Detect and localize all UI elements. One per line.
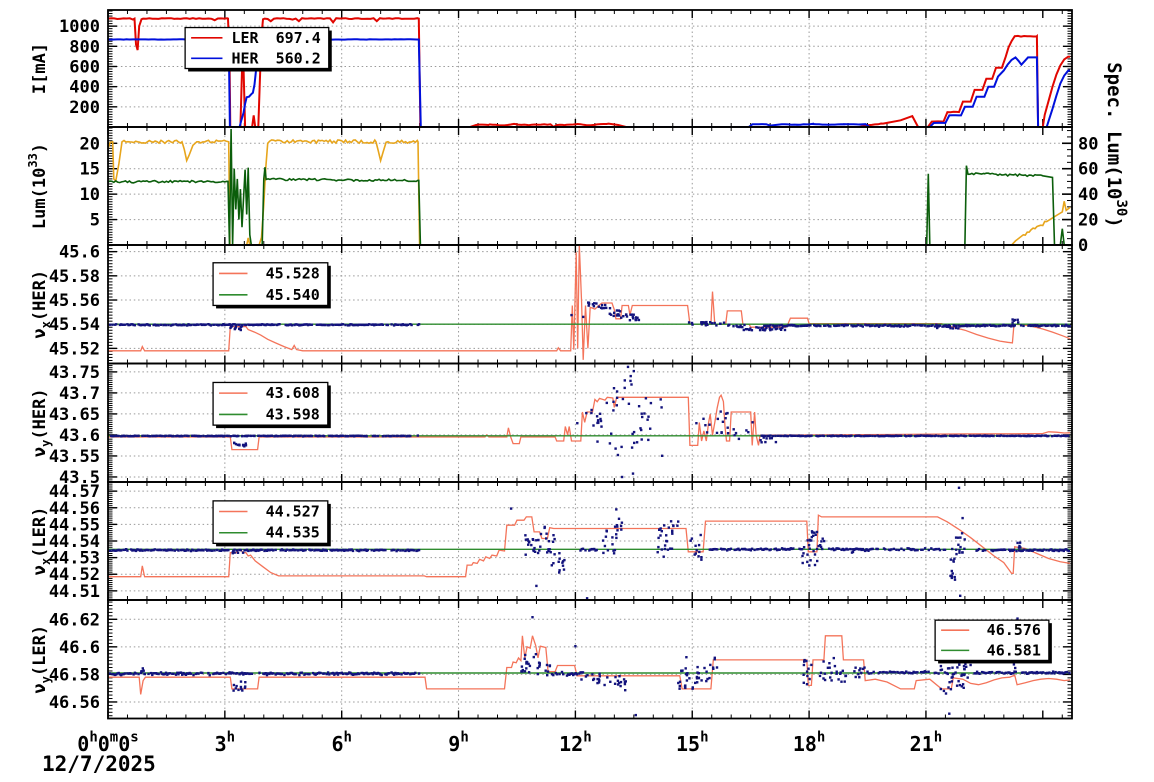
right-axis-tick-label: 60	[1078, 160, 1098, 180]
nuy_ler-legend: 46.576 46.581	[934, 619, 1052, 664]
y-tick-label: 43.7	[59, 384, 100, 404]
legend-series-value: 46.581	[987, 641, 1041, 659]
legend-series-label: LER	[231, 29, 259, 47]
y-tick-label: 10	[80, 185, 100, 205]
legend-series-value: 44.535	[266, 524, 320, 542]
y-tick-label: 43.65	[49, 405, 100, 425]
accelerator-status-figure: 200 400 600 800 1000 LER 697.4 HER 560.2 I[mA] 5 10…	[0, 0, 1154, 782]
y-tick-label: 45.58	[49, 267, 100, 287]
nux_her-legend: 45.528 45.540	[212, 262, 331, 309]
legend-series-label: HER	[231, 49, 259, 67]
y-tick-label: 46.56	[49, 693, 100, 713]
legend-series-value: 697.4	[276, 29, 321, 47]
legend-series-value: 44.527	[266, 503, 320, 521]
date-label: 12/7/2025	[42, 752, 156, 776]
y-tick-label: 15	[80, 160, 100, 180]
legend-series-value: 43.608	[266, 384, 320, 402]
legend-series-value: 560.2	[276, 49, 321, 67]
y-tick-label: 43.6	[59, 426, 100, 446]
y-tick-label: 43.75	[49, 363, 100, 383]
legend-series-value: 46.576	[987, 621, 1041, 639]
y-tick-label: 45.52	[49, 339, 100, 359]
y-tick-label: 45.6	[59, 243, 100, 263]
legend-series-value: 43.598	[266, 405, 320, 423]
y-tick-label: 800	[69, 37, 100, 57]
right-axis-tick-label: 80	[1078, 134, 1098, 154]
y-tick-label: 400	[69, 78, 100, 98]
right-axis-tick-label: 20	[1078, 211, 1098, 231]
y-tick-label: 600	[69, 57, 100, 77]
y-tick-label: 46.62	[49, 610, 100, 630]
y-tick-label: 44.57	[49, 482, 100, 502]
current-legend: LER 697.4 HER 560.2	[184, 26, 332, 72]
right-axis-tick-label: 40	[1078, 185, 1098, 205]
current-axis-title: I[mA]	[30, 43, 50, 94]
tune-current-luminosity-chart: 2004006008001000LER 697.4HER 560.2I[mA]510…	[0, 0, 1154, 782]
legend-series-value: 45.540	[266, 286, 320, 304]
y-tick-label: 46.6	[59, 638, 100, 658]
y-tick-label: 1000	[59, 17, 100, 37]
y-tick-label: 46.58	[49, 665, 100, 685]
nux_ler-legend: 44.527 44.535	[212, 500, 331, 547]
right-axis-tick-label: 0	[1078, 236, 1088, 256]
y-tick-label: 45.54	[49, 315, 100, 335]
y-tick-label: 43.55	[49, 447, 100, 467]
y-tick-label: 20	[80, 134, 100, 154]
legend-series-value: 45.528	[266, 264, 320, 282]
y-tick-label: 200	[69, 98, 100, 118]
y-tick-label: 45.56	[49, 291, 100, 311]
nuy_her-legend: 43.608 43.598	[212, 381, 331, 429]
y-tick-label: 5	[90, 211, 100, 231]
